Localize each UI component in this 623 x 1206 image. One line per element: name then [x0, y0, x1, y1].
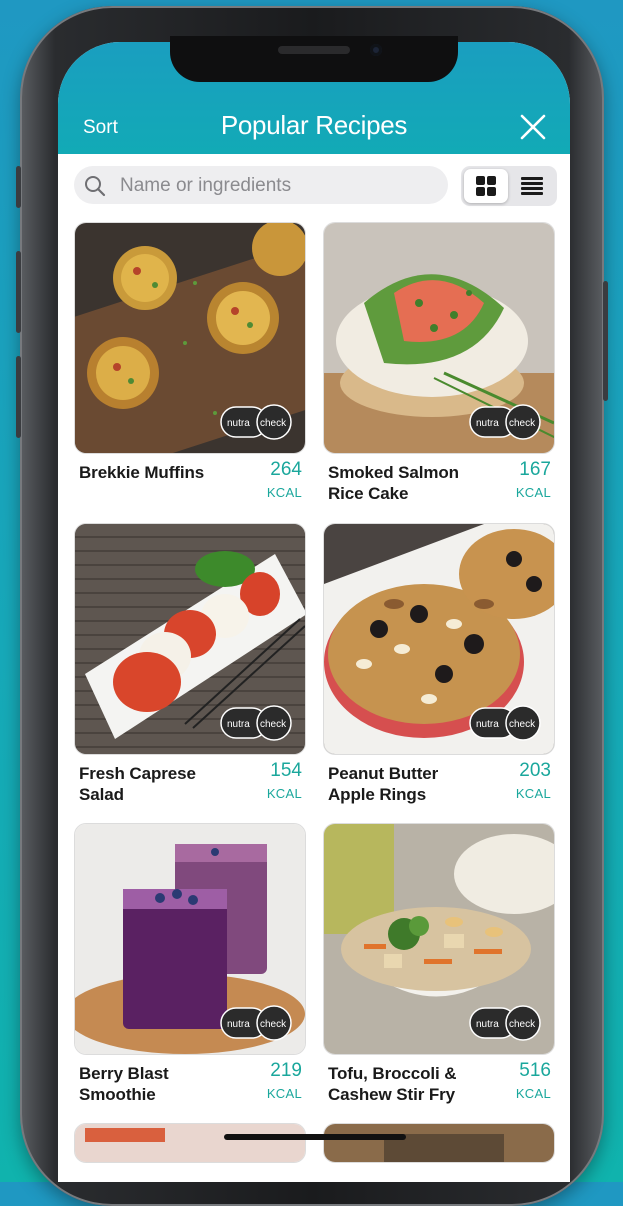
recipe-kcal-unit: KCAL [266, 1086, 302, 1101]
svg-text:nutra: nutra [476, 1019, 499, 1030]
list-view-icon [521, 177, 543, 195]
nutracheck-badge-icon: nutra check [469, 705, 541, 741]
recipe-name: Smoked Salmon Rice Cake [328, 463, 459, 503]
svg-text:nutra: nutra [227, 719, 250, 730]
recipe-card[interactable]: nutra check Peanut Butter Apple Rings 20… [323, 523, 555, 813]
recipe-name: Berry Blast Smoothie [79, 1064, 169, 1104]
side-button-volume-down [16, 356, 21, 438]
svg-text:check: check [509, 1019, 536, 1030]
recipe-image-tofu-broccoli-cashew-stir-fry: nutra check [323, 823, 555, 1055]
recipe-card-partial[interactable] [323, 1123, 555, 1163]
svg-text:nutra: nutra [227, 1019, 250, 1030]
recipe-kcal: 516 [519, 1060, 551, 1081]
nutracheck-badge-icon: nutra check [469, 1005, 541, 1041]
svg-text:nutra: nutra [476, 719, 499, 730]
recipe-image-partial [74, 1123, 306, 1163]
svg-text:nutra: nutra [476, 418, 499, 429]
list-view-button[interactable] [510, 169, 554, 203]
recipe-kcal-unit: KCAL [266, 786, 302, 801]
recipe-name: Fresh Caprese Salad [79, 764, 196, 804]
recipe-name: Brekkie Muffins [79, 463, 205, 482]
side-button-power [603, 281, 608, 401]
recipe-kcal: 167 [519, 459, 551, 480]
recipe-card[interactable]: nutra check Fresh Caprese Salad 154 KCAL [74, 523, 306, 813]
nutracheck-badge-icon: nutra check [469, 404, 541, 440]
recipe-image-brekkie-muffins: nutra check [74, 222, 306, 454]
recipe-kcal-unit: KCAL [515, 1086, 551, 1101]
recipe-card[interactable]: nutra check Tofu, Broccoli & Cashew Stir… [323, 823, 555, 1113]
svg-text:check: check [509, 719, 536, 730]
recipe-kcal: 264 [270, 459, 302, 480]
svg-text:check: check [509, 418, 536, 429]
recipe-kcal: 219 [270, 1060, 302, 1081]
recipe-image-smoked-salmon-rice-cake: nutra check [323, 222, 555, 454]
recipe-card-partial[interactable] [74, 1123, 306, 1163]
recipe-kcal-unit: KCAL [515, 485, 551, 500]
svg-text:check: check [260, 1019, 287, 1030]
nutracheck-badge-icon: nutra check [220, 705, 292, 741]
notch [170, 36, 458, 82]
speaker [278, 46, 350, 54]
recipe-card[interactable]: nutra check Berry Blast Smoothie 219 KCA… [74, 823, 306, 1113]
recipe-kcal-unit: KCAL [266, 485, 302, 500]
close-icon[interactable] [518, 112, 548, 142]
recipe-image-peanut-butter-apple-rings: nutra check [323, 523, 555, 755]
recipe-image-berry-blast-smoothie: nutra check [74, 823, 306, 1055]
screen: Sort Popular Recipes Name or ingredients… [58, 42, 570, 1182]
recipe-card[interactable]: nutra check Smoked Salmon Rice Cake 167 … [323, 222, 555, 512]
nutracheck-badge-icon: nutra check [220, 1005, 292, 1041]
side-button-volume-up [16, 251, 21, 333]
svg-text:check: check [260, 418, 287, 429]
search-icon [85, 176, 106, 197]
page-title: Popular Recipes [220, 110, 408, 140]
recipe-kcal: 154 [270, 760, 302, 781]
nutracheck-badge-icon: nutra check [220, 404, 292, 440]
search-input[interactable] [118, 170, 440, 202]
grid-view-icon [476, 176, 496, 196]
search-bar [74, 166, 448, 204]
home-indicator[interactable] [224, 1134, 406, 1140]
side-button-silent [16, 166, 21, 208]
recipe-kcal-unit: KCAL [515, 786, 551, 801]
recipe-card[interactable]: nutra check Brekkie Muffins 264 KCAL [74, 222, 306, 512]
recipe-image-fresh-caprese-salad: nutra check [74, 523, 306, 755]
recipe-image-partial [323, 1123, 555, 1163]
recipe-name: Tofu, Broccoli & Cashew Stir Fry [328, 1064, 457, 1104]
front-camera [370, 44, 382, 56]
view-toggle [461, 166, 557, 206]
recipe-kcal: 203 [519, 760, 551, 781]
svg-text:check: check [260, 719, 287, 730]
svg-text:nutra: nutra [227, 418, 250, 429]
recipe-name: Peanut Butter Apple Rings [328, 764, 439, 804]
grid-view-button[interactable] [464, 169, 508, 203]
